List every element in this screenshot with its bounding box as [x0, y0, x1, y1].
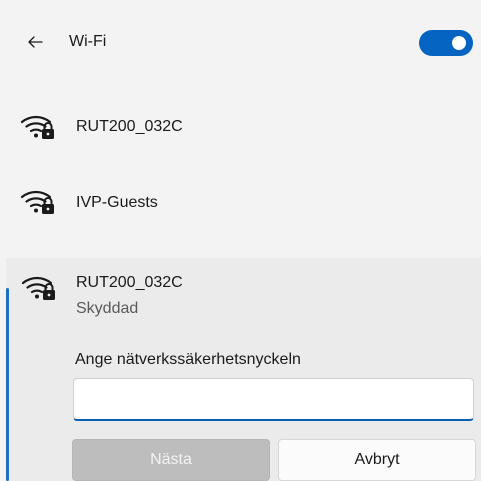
network-item[interactable]: RUT200_032C [0, 92, 481, 168]
wifi-header: Wi-Fi [0, 0, 481, 86]
arrow-left-icon [28, 36, 43, 48]
network-item[interactable]: IVP-Guests [0, 168, 481, 244]
network-name: IVP-Guests [76, 194, 158, 211]
toggle-knob [452, 36, 466, 50]
cancel-button[interactable]: Avbryt [278, 439, 476, 481]
selection-indicator [6, 288, 9, 481]
page-title: Wi-Fi [69, 33, 107, 50]
wifi-secured-icon [20, 115, 54, 139]
key-prompt-label: Ange nätverkssäkerhetsnyckeln [75, 351, 301, 368]
wifi-toggle[interactable] [419, 30, 473, 56]
network-status: Skyddad [76, 300, 139, 317]
wifi-secured-icon [21, 276, 55, 300]
wifi-secured-icon [20, 190, 54, 214]
network-key-input[interactable] [73, 378, 474, 421]
network-name: RUT200_032C [76, 274, 183, 291]
next-button[interactable]: Nästa [72, 439, 270, 481]
wifi-panel: Wi-Fi RUT200_032C IVP-Guests RUT200_032C… [0, 0, 481, 481]
expanded-network: RUT200_032C Skyddad Ange nätverkssäkerhe… [6, 258, 481, 481]
back-button[interactable] [22, 28, 48, 56]
network-name: RUT200_032C [76, 118, 183, 135]
